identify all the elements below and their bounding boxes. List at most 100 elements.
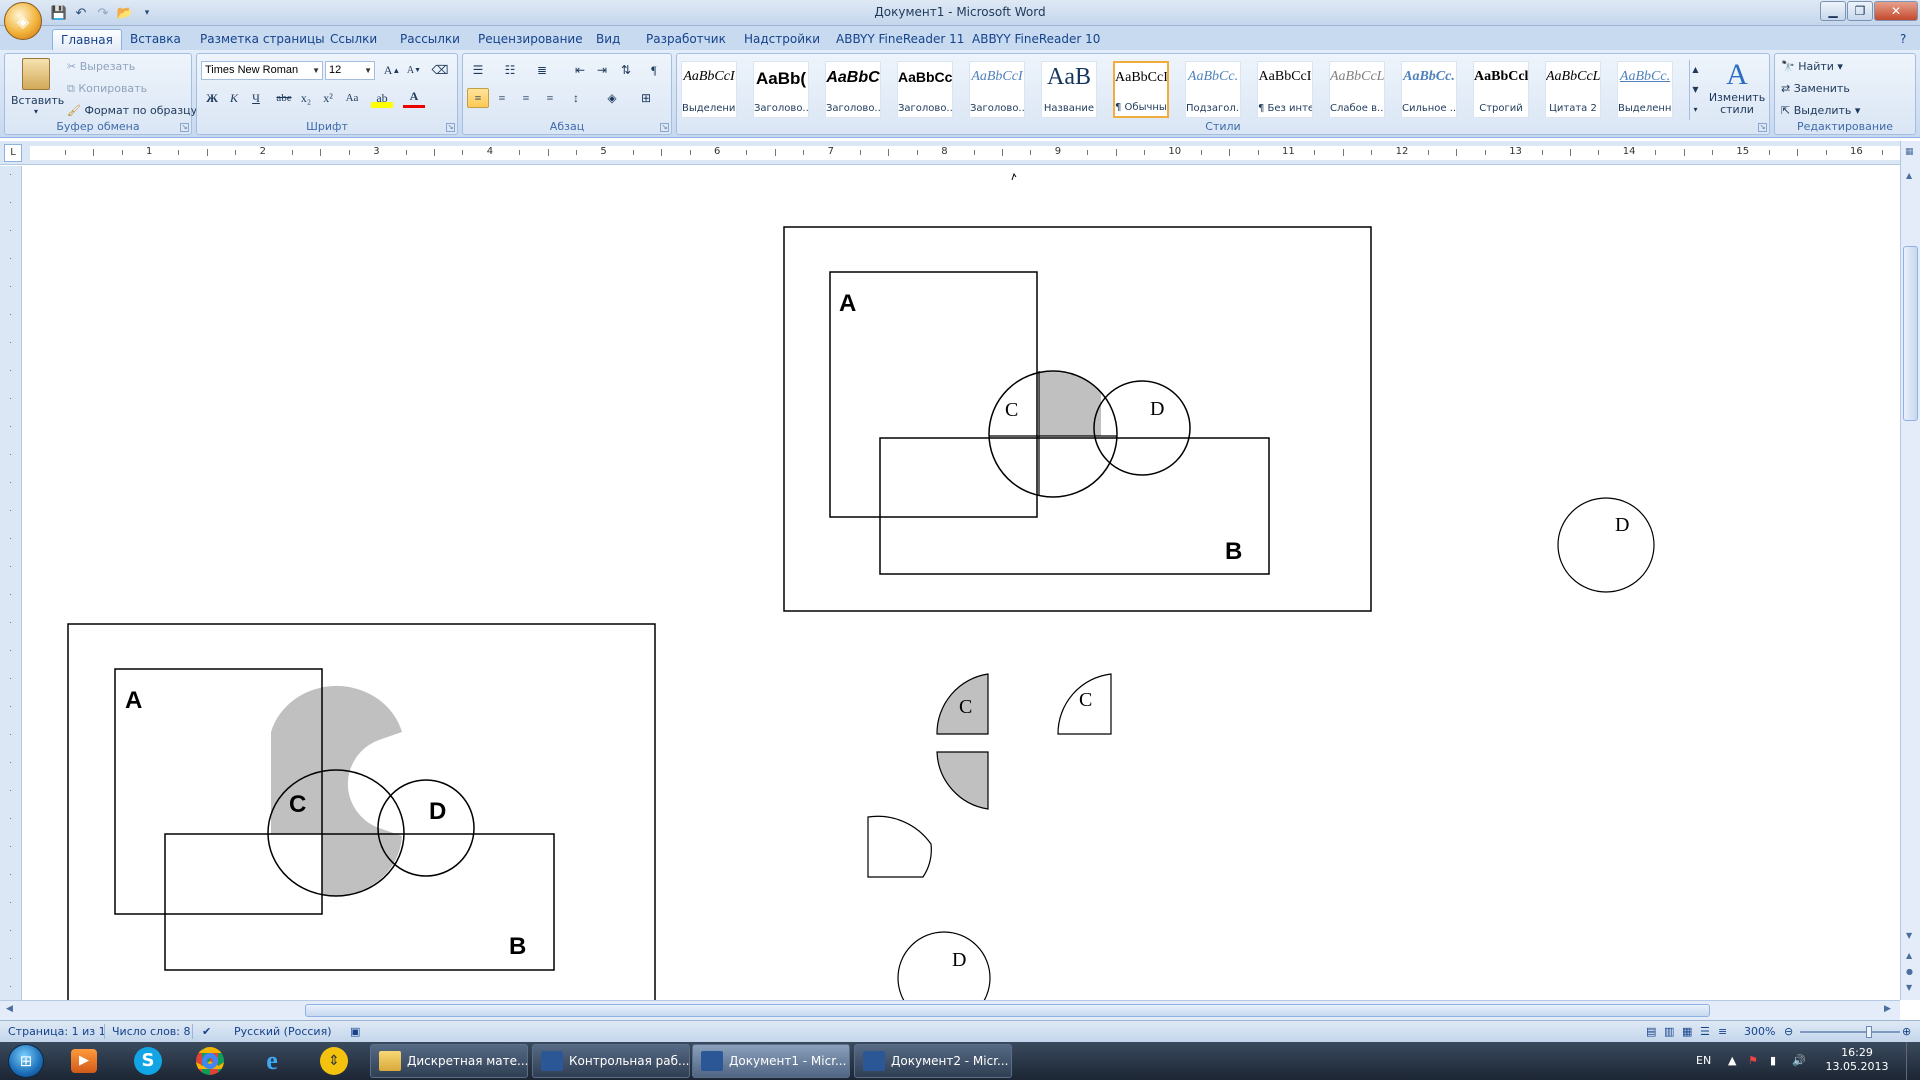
change-styles-button[interactable]: A Изменить стили — [1707, 58, 1767, 116]
system-clock[interactable]: 16:29 13.05.2013 — [1822, 1046, 1892, 1074]
tab-references[interactable]: Ссылки — [322, 29, 385, 50]
clear-format-icon[interactable]: ⌫ — [429, 60, 451, 80]
loose-circle-d-1[interactable] — [1557, 497, 1655, 593]
document-canvas[interactable]: A B C D A B C D D C C D — [22, 166, 1900, 1000]
style-item[interactable]: AaBbCcl Строгий — [1473, 61, 1529, 118]
style-item[interactable]: AaBbCcI ¶ Обычный — [1113, 61, 1169, 118]
align-center-icon[interactable]: ≡ — [491, 88, 513, 108]
shaded-quarter-lower[interactable] — [936, 751, 989, 810]
sort-icon[interactable]: ⇅ — [615, 60, 637, 80]
view-outline-icon[interactable]: ☰ — [1700, 1025, 1710, 1038]
page-count[interactable]: Страница: 1 из 1 — [8, 1025, 106, 1038]
borders-icon[interactable]: ⊞ — [635, 88, 657, 108]
align-left-icon[interactable]: ≡ — [467, 88, 489, 108]
network-warning-icon[interactable]: ⚑ — [1748, 1054, 1758, 1067]
view-web-icon[interactable]: ▦ — [1682, 1025, 1692, 1038]
font-launcher-icon[interactable]: ↘ — [446, 123, 455, 132]
torrent-client-icon[interactable]: ⇕ — [310, 1045, 358, 1077]
vertical-ruler[interactable] — [0, 166, 22, 1000]
tab-home[interactable]: Главная — [52, 29, 122, 50]
tab-view[interactable]: Вид — [588, 29, 628, 50]
styles-scroll[interactable]: ▲ ▼ ▾ — [1689, 60, 1701, 120]
ruler-track[interactable]: 1 2 3 4 5 6 7 8 9 10 11 12 13 14 15 16 — [30, 146, 1900, 160]
horizontal-ruler[interactable]: L 1 2 3 4 5 6 7 8 9 10 11 12 13 14 15 16 — [0, 141, 1920, 165]
line-spacing-icon[interactable]: ↕ — [565, 88, 587, 108]
chrome-icon[interactable] — [186, 1045, 234, 1077]
zoom-in-icon[interactable]: ⊕ — [1902, 1025, 1911, 1038]
help-icon[interactable]: ? — [1898, 29, 1908, 50]
decrease-indent-icon[interactable]: ⇤ — [569, 60, 591, 80]
taskbar-item-word-1[interactable]: Контрольная раб... — [532, 1044, 690, 1078]
style-item[interactable]: AaBbCc. Подзагол... — [1185, 61, 1241, 118]
prev-page-icon[interactable]: ▲ — [1906, 951, 1912, 960]
replace-button[interactable]: ⇄ Заменить — [1781, 80, 1850, 98]
next-page-icon[interactable]: ▼ — [1906, 983, 1912, 992]
find-button[interactable]: 🔭 Найти ▾ — [1781, 58, 1843, 76]
tab-abbyy-10[interactable]: ABBYY FineReader 10 — [964, 29, 1108, 50]
scroll-up-icon[interactable]: ▲ — [1906, 171, 1912, 180]
style-item[interactable]: AaBbCc Заголово... — [897, 61, 953, 118]
macro-record-icon[interactable]: ▣ — [350, 1025, 360, 1038]
taskbar-item-explorer[interactable]: Дискретная мате... — [370, 1044, 528, 1078]
highlight-icon[interactable]: ab — [371, 88, 393, 108]
justify-icon[interactable]: ≡ — [539, 88, 561, 108]
paste-button[interactable]: Вставить ▾ — [11, 58, 64, 118]
shrink-font-icon[interactable]: A ▼ — [403, 60, 425, 80]
tab-mailings[interactable]: Рассылки — [392, 29, 468, 50]
vertical-scrollbar[interactable]: ▦ ▲ ▼ ▲ ● ▼ — [1900, 141, 1920, 1000]
internet-explorer-icon[interactable]: e — [248, 1045, 296, 1077]
view-print-layout-icon[interactable]: ▤ — [1646, 1025, 1656, 1038]
restore-button[interactable]: ❐ — [1847, 1, 1873, 21]
multilevel-list-icon[interactable]: ≣ — [531, 60, 553, 80]
tray-expand-icon[interactable]: ▲ — [1728, 1054, 1736, 1067]
taskbar-item-word-2[interactable]: Документ1 - Micr... — [692, 1044, 850, 1078]
minimize-button[interactable]: ▁ — [1820, 1, 1846, 21]
superscript-button[interactable]: x² — [317, 88, 339, 108]
show-desktop-button[interactable] — [1906, 1042, 1920, 1080]
ruler-toggle-icon[interactable]: ▦ — [1905, 147, 1914, 157]
open-wedge-shape[interactable] — [867, 815, 932, 878]
style-item[interactable]: AaBbCc. Выделенн... — [1617, 61, 1673, 118]
style-item[interactable]: AaBbCcI Заголово... — [969, 61, 1025, 118]
shading-icon[interactable]: ◈ — [601, 88, 623, 108]
style-item[interactable]: AaBbCcL Цитата 2 — [1545, 61, 1601, 118]
horizontal-scrollbar[interactable]: ◀ ▶ — [0, 1000, 1900, 1020]
tab-insert[interactable]: Вставка — [122, 29, 189, 50]
skype-icon[interactable]: S — [124, 1045, 172, 1077]
style-item[interactable]: AaBbCcI Выделение — [681, 61, 737, 118]
clipboard-launcher-icon[interactable]: ↘ — [180, 123, 189, 132]
style-item[interactable]: AaBbCcI ¶ Без инте... — [1257, 61, 1313, 118]
bold-button[interactable]: Ж — [201, 88, 223, 108]
increase-indent-icon[interactable]: ⇥ — [591, 60, 613, 80]
browse-object-icon[interactable]: ● — [1906, 967, 1913, 976]
style-item[interactable]: AaB Название — [1041, 61, 1097, 118]
tab-abbyy-11[interactable]: ABBYY FineReader 11 — [828, 29, 972, 50]
universe-rect-bottom[interactable] — [67, 623, 656, 1000]
style-item[interactable]: AaBb(Заголово... — [753, 61, 809, 118]
language-indicator[interactable]: Русский (Россия) — [234, 1025, 332, 1038]
word-count[interactable]: Число слов: 8 — [112, 1025, 191, 1038]
tab-review[interactable]: Рецензирование — [470, 29, 591, 50]
select-button[interactable]: ⇱ Выделить ▾ — [1781, 102, 1860, 120]
view-full-screen-icon[interactable]: ▥ — [1664, 1025, 1674, 1038]
tab-addins[interactable]: Надстройки — [736, 29, 828, 50]
media-player-icon[interactable]: ▶ — [60, 1045, 108, 1077]
spellcheck-icon[interactable]: ✔ — [202, 1025, 211, 1038]
zoom-slider-thumb[interactable] — [1866, 1026, 1872, 1038]
taskbar-item-word-3[interactable]: Документ2 - Micr... — [854, 1044, 1012, 1078]
bullets-icon[interactable]: ☰ — [467, 60, 489, 80]
font-size-combo[interactable]: 12 ▼ — [325, 61, 375, 80]
format-painter-button[interactable]: 🖌 Формат по образцу — [67, 102, 197, 120]
volume-icon[interactable]: 🔊 — [1792, 1054, 1806, 1067]
tab-developer[interactable]: Разработчик — [638, 29, 734, 50]
scroll-right-icon[interactable]: ▶ — [1884, 1004, 1891, 1014]
tab-page-layout[interactable]: Разметка страницы — [192, 29, 333, 50]
font-name-combo[interactable]: Times New Roman ▼ — [201, 61, 323, 80]
view-draft-icon[interactable]: ≡ — [1718, 1025, 1727, 1038]
close-button[interactable]: ✕ — [1874, 1, 1918, 21]
numbering-icon[interactable]: ☷ — [499, 60, 521, 80]
subscript-button[interactable]: x₂ — [295, 88, 317, 108]
cut-button[interactable]: ✂ Вырезать — [67, 58, 135, 76]
loose-circle-d-2[interactable] — [897, 931, 991, 1000]
italic-button[interactable]: К — [223, 88, 245, 108]
